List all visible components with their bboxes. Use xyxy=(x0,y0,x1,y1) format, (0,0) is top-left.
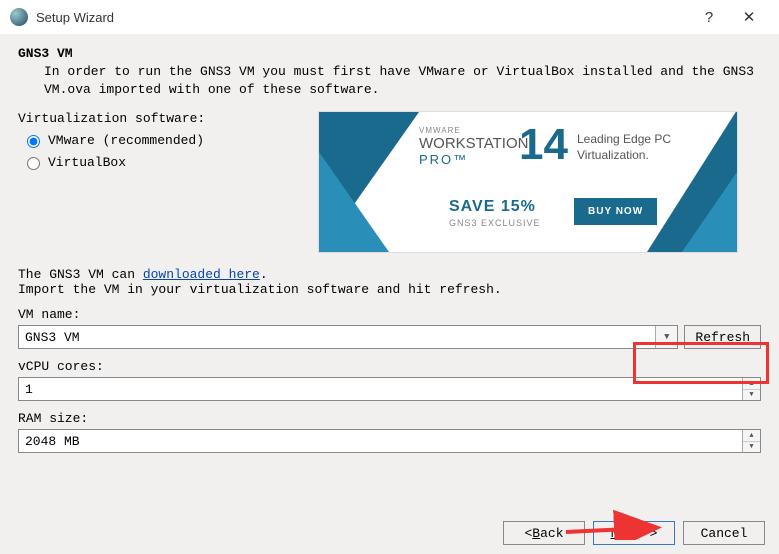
banner-save: SAVE 15% xyxy=(449,198,536,216)
vm-name-combo[interactable]: GNS3 VM ▼ xyxy=(18,325,678,349)
vcpu-label: vCPU cores: xyxy=(18,359,761,374)
radio-vmware-input[interactable] xyxy=(27,135,40,148)
back-button[interactable]: < Back xyxy=(503,521,585,545)
banner-save-sub: GNS3 EXCLUSIVE xyxy=(449,218,541,228)
radio-virtualbox-label: VirtualBox xyxy=(48,155,126,170)
vm-name-label: VM name: xyxy=(18,307,761,322)
next-button[interactable]: Next > xyxy=(593,521,675,545)
vcpu-down[interactable]: ▼ xyxy=(743,390,760,401)
wizard-button-row: < Back Next > Cancel xyxy=(0,512,779,554)
promo-banner: VMWARE WORKSTATION PRO™ 14 Leading Edge … xyxy=(318,111,738,253)
close-button[interactable]: ✕ xyxy=(729,2,769,32)
radio-vmware-label: VMware (recommended) xyxy=(48,133,204,148)
cancel-button[interactable]: Cancel xyxy=(683,521,765,545)
radio-virtualbox-input[interactable] xyxy=(27,157,40,170)
ram-label: RAM size: xyxy=(18,411,761,426)
banner-tagline: Leading Edge PC Virtualization. xyxy=(577,132,671,163)
download-text: The GNS3 VM can downloaded here. xyxy=(18,267,761,282)
vcpu-up[interactable]: ▲ xyxy=(743,378,760,390)
buy-now-button[interactable]: BUY NOW xyxy=(574,198,657,225)
radio-virtualbox[interactable]: VirtualBox xyxy=(22,154,318,170)
import-instruction: Import the VM in your virtualization sof… xyxy=(18,282,761,297)
refresh-button[interactable]: Refresh xyxy=(684,325,761,349)
virtualization-label: Virtualization software: xyxy=(18,111,318,126)
ram-up[interactable]: ▲ xyxy=(743,430,760,442)
vcpu-value: 1 xyxy=(25,382,33,397)
window-title: Setup Wizard xyxy=(36,10,114,25)
ram-down[interactable]: ▼ xyxy=(743,442,760,453)
vcpu-spinbox[interactable]: 1 ▲ ▼ xyxy=(18,377,761,401)
banner-product: WORKSTATION xyxy=(419,135,528,152)
ram-spinbox[interactable]: 2048 MB ▲ ▼ xyxy=(18,429,761,453)
help-button[interactable]: ? xyxy=(689,2,729,32)
page-description: In order to run the GNS3 VM you must fir… xyxy=(44,63,761,99)
titlebar: Setup Wizard ? ✕ xyxy=(0,0,779,34)
page-heading: GNS3 VM xyxy=(18,46,761,61)
ram-value: 2048 MB xyxy=(25,434,80,449)
banner-edition: PRO™ xyxy=(419,152,528,167)
radio-vmware[interactable]: VMware (recommended) xyxy=(22,132,318,148)
vm-name-dropdown-arrow[interactable]: ▼ xyxy=(655,326,677,348)
vm-name-value: GNS3 VM xyxy=(25,330,80,345)
banner-vendor: VMWARE xyxy=(419,126,528,135)
app-icon xyxy=(10,8,28,26)
wizard-content: GNS3 VM In order to run the GNS3 VM you … xyxy=(0,34,779,512)
download-link[interactable]: downloaded here xyxy=(143,267,260,282)
banner-version: 14 xyxy=(519,120,568,170)
